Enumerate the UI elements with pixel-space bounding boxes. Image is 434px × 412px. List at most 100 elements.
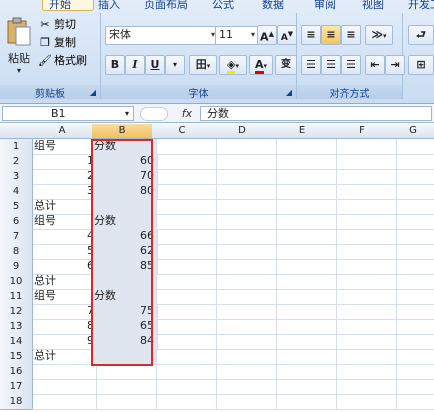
grid-cell[interactable] [332, 139, 397, 155]
merge-center-button[interactable]: ⊞ [408, 55, 434, 75]
select-all-corner[interactable] [0, 124, 33, 139]
grid-cell[interactable] [212, 184, 277, 200]
tab-insert[interactable]: 插入 [98, 0, 132, 10]
grid-cell[interactable] [272, 319, 337, 335]
align-right-button[interactable]: ☰ [341, 55, 361, 75]
tab-data[interactable]: 数据 [262, 0, 296, 10]
column-header-a[interactable]: A [32, 124, 93, 139]
grid-cell[interactable] [332, 184, 397, 200]
orientation-button[interactable]: ≫▾ [365, 25, 393, 45]
row-header[interactable]: 13 [0, 319, 33, 335]
grid-cell[interactable]: 3 [32, 184, 98, 200]
dialog-launcher-icon[interactable]: ◢ [89, 89, 97, 97]
grid-cell[interactable] [92, 364, 157, 380]
grid-cell[interactable] [92, 379, 157, 395]
row-header[interactable]: 2 [0, 154, 33, 170]
grid-cell[interactable] [332, 349, 397, 365]
grid-cell[interactable]: 分数 [92, 139, 157, 155]
grid-cell[interactable] [392, 199, 434, 215]
grid-cell[interactable] [272, 199, 337, 215]
grid-cell[interactable]: 1 [32, 154, 98, 170]
grid-cell[interactable] [272, 214, 337, 230]
grid-cell[interactable] [392, 274, 434, 290]
wrap-text-button[interactable]: ⮐ [408, 25, 434, 45]
grid-cell[interactable] [152, 394, 217, 410]
grid-cell[interactable]: 2 [32, 169, 98, 185]
row-header[interactable]: 14 [0, 334, 33, 350]
column-header-e[interactable]: E [272, 124, 333, 139]
grid-cell[interactable] [332, 259, 397, 275]
underline-options-icon[interactable]: ▾ [165, 55, 185, 75]
grid-cell[interactable] [272, 304, 337, 320]
phonetic-button[interactable]: 变 [275, 55, 297, 75]
underline-button[interactable]: U [145, 55, 165, 75]
grid-cell[interactable] [332, 229, 397, 245]
align-center-button[interactable]: ☰ [321, 55, 341, 75]
grid-cell[interactable] [272, 139, 337, 155]
grid-cell[interactable] [212, 334, 277, 350]
grid-cell[interactable] [212, 394, 277, 410]
grid-cell[interactable] [152, 214, 217, 230]
grid-cell[interactable] [272, 259, 337, 275]
grid-cell[interactable]: 5 [32, 244, 98, 260]
grid-cell[interactable] [152, 304, 217, 320]
grid-cell[interactable] [332, 169, 397, 185]
formula-cancel-area[interactable] [140, 107, 168, 121]
row-header[interactable]: 16 [0, 364, 33, 380]
row-header[interactable]: 8 [0, 244, 33, 260]
grid-cell[interactable] [272, 184, 337, 200]
grid-cell[interactable] [272, 394, 337, 410]
grid-cell[interactable] [392, 304, 434, 320]
row-header[interactable]: 10 [0, 274, 33, 290]
row-header[interactable]: 9 [0, 259, 33, 275]
grid-cell[interactable] [332, 379, 397, 395]
tab-home[interactable]: 开始 [42, 0, 94, 11]
row-header[interactable]: 15 [0, 349, 33, 365]
grid-cell[interactable] [392, 394, 434, 410]
grid-cell[interactable] [92, 199, 157, 215]
grid-cell[interactable]: 75 [92, 304, 158, 320]
grid-cell[interactable] [152, 139, 217, 155]
tab-formulas[interactable]: 公式 [212, 0, 246, 10]
grid-cell[interactable] [332, 274, 397, 290]
grid-cell[interactable] [392, 154, 434, 170]
row-header[interactable]: 4 [0, 184, 33, 200]
grow-font-button[interactable]: A▲ [257, 25, 277, 45]
row-header[interactable]: 1 [0, 139, 33, 155]
grid-cell[interactable] [212, 379, 277, 395]
grid-cell[interactable]: 60 [92, 154, 158, 170]
grid-cell[interactable]: 62 [92, 244, 158, 260]
grid-cell[interactable]: 总计 [32, 199, 97, 215]
grid-cell[interactable] [212, 214, 277, 230]
copy-button[interactable]: ❐ 复制 [38, 35, 76, 51]
grid-cell[interactable] [212, 319, 277, 335]
formula-input[interactable]: 分数 [200, 106, 432, 121]
grid-cell[interactable] [332, 154, 397, 170]
row-header[interactable]: 18 [0, 394, 33, 410]
grid-cell[interactable] [392, 244, 434, 260]
format-painter-button[interactable]: 🖌 格式刷 [38, 53, 87, 69]
grid-cell[interactable] [332, 394, 397, 410]
grid-cell[interactable] [272, 274, 337, 290]
grid-cell[interactable]: 6 [32, 259, 98, 275]
grid-cell[interactable] [212, 139, 277, 155]
grid-cell[interactable] [272, 349, 337, 365]
grid-cell[interactable] [392, 139, 434, 155]
grid-cell[interactable] [92, 349, 157, 365]
chevron-down-icon[interactable]: ▾ [251, 27, 255, 42]
bold-button[interactable]: B [105, 55, 125, 75]
paste-button[interactable]: 粘贴 ▾ [4, 17, 34, 77]
grid-cell[interactable] [212, 259, 277, 275]
column-header-g[interactable]: G [392, 124, 434, 139]
row-header[interactable]: 5 [0, 199, 33, 215]
grid-cell[interactable]: 70 [92, 169, 158, 185]
grid-cell[interactable] [392, 169, 434, 185]
grid-cell[interactable] [152, 379, 217, 395]
column-header-f[interactable]: F [332, 124, 393, 139]
insert-function-button[interactable]: fx [176, 107, 198, 121]
dialog-launcher-icon[interactable]: ◢ [285, 89, 293, 97]
row-header[interactable]: 12 [0, 304, 33, 320]
grid-cell[interactable] [272, 364, 337, 380]
grid-cell[interactable] [212, 169, 277, 185]
grid-cell[interactable] [332, 364, 397, 380]
